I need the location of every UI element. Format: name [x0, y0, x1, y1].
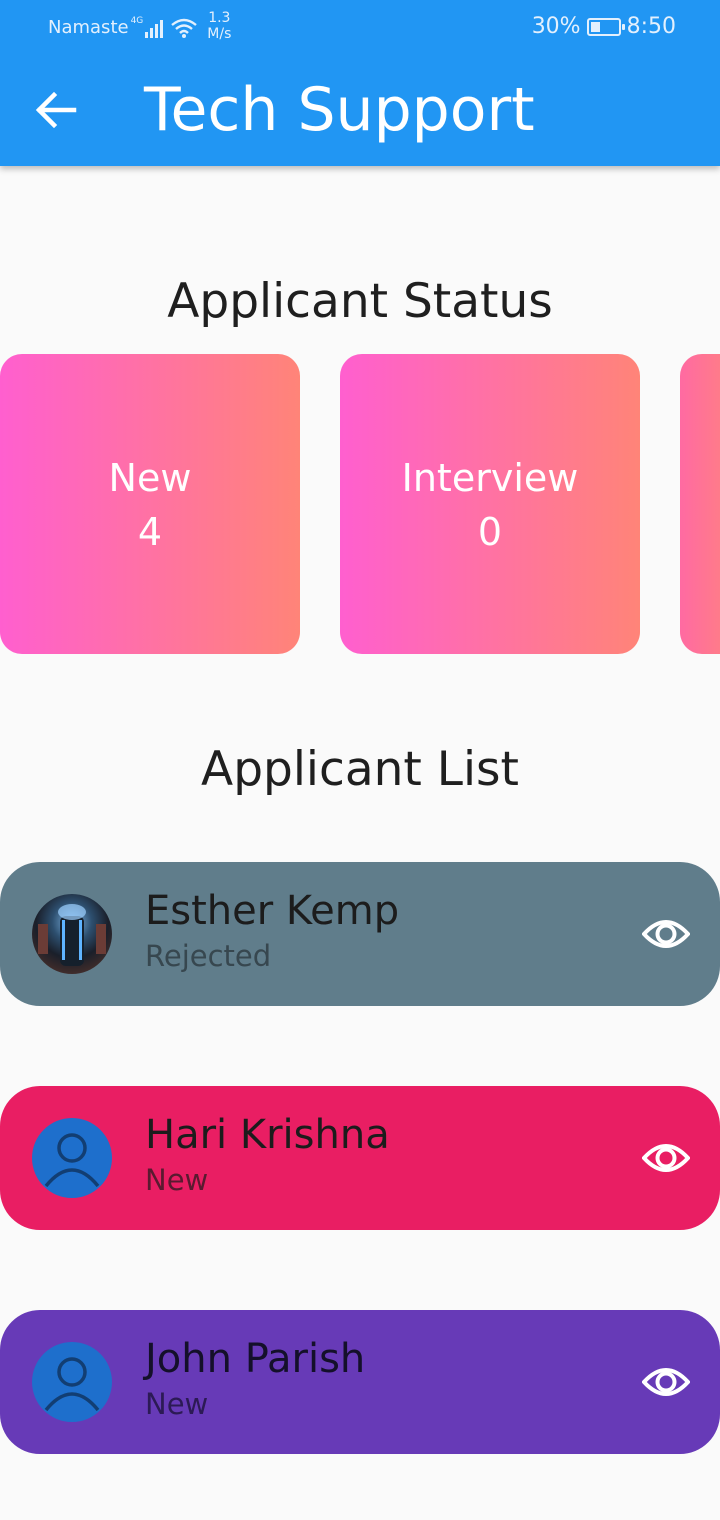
speed-value: 1.3 [208, 10, 231, 26]
applicant-card-hari-krishna[interactable]: Hari Krishna New [0, 1086, 720, 1230]
speed-unit: M/s [207, 26, 232, 42]
applicant-status: New [145, 1163, 209, 1197]
battery-percent: 30% [531, 14, 581, 39]
page-title: Tech Support [144, 75, 535, 145]
applicant-name: Esther Kemp [145, 888, 400, 934]
person-icon [32, 1118, 112, 1198]
network-speed: 1.3 M/s [207, 10, 231, 42]
status-card-next-partial[interactable] [680, 354, 720, 654]
applicant-list-heading: Applicant List [201, 742, 519, 797]
app-bar: Namaste 4G 1.3 M/s 30% 8:50 Tech Support [0, 0, 720, 166]
battery-icon [586, 17, 625, 36]
applicant-status: New [145, 1387, 209, 1421]
applicant-card-esther-kemp[interactable]: Esther Kemp Rejected [0, 862, 720, 1006]
applicant-status-heading: Applicant Status [167, 274, 553, 329]
avatar-photo [32, 894, 112, 974]
clock: 8:50 [626, 14, 676, 39]
view-eye-icon[interactable] [642, 1362, 690, 1402]
status-card-interview[interactable]: Interview 0 [340, 354, 640, 654]
applicant-card-john-parish[interactable]: John Parish New [0, 1310, 720, 1454]
applicant-name: Hari Krishna [145, 1112, 390, 1158]
status-bar-left: Namaste 4G 1.3 M/s [48, 10, 231, 42]
status-card-count: 4 [137, 510, 163, 554]
status-bar: Namaste 4G 1.3 M/s 30% 8:50 [0, 0, 720, 56]
view-eye-icon[interactable] [642, 914, 690, 954]
view-eye-icon[interactable] [642, 1138, 690, 1178]
avatar-image [38, 904, 106, 966]
applicant-name: John Parish [145, 1336, 366, 1382]
back-arrow-icon[interactable] [30, 88, 82, 132]
status-card-label: Interview [401, 456, 579, 500]
applicant-status: Rejected [145, 939, 272, 973]
status-card-new[interactable]: New 4 [0, 354, 300, 654]
person-icon [32, 1342, 112, 1422]
status-card-count: 0 [477, 510, 503, 554]
status-bar-right: 30% 8:50 [532, 14, 676, 39]
carrier-name: Namaste [48, 17, 129, 38]
network-type: 4G [130, 16, 144, 26]
wifi-icon [171, 18, 198, 38]
signal-icon [145, 20, 164, 38]
status-card-label: New [108, 456, 192, 500]
